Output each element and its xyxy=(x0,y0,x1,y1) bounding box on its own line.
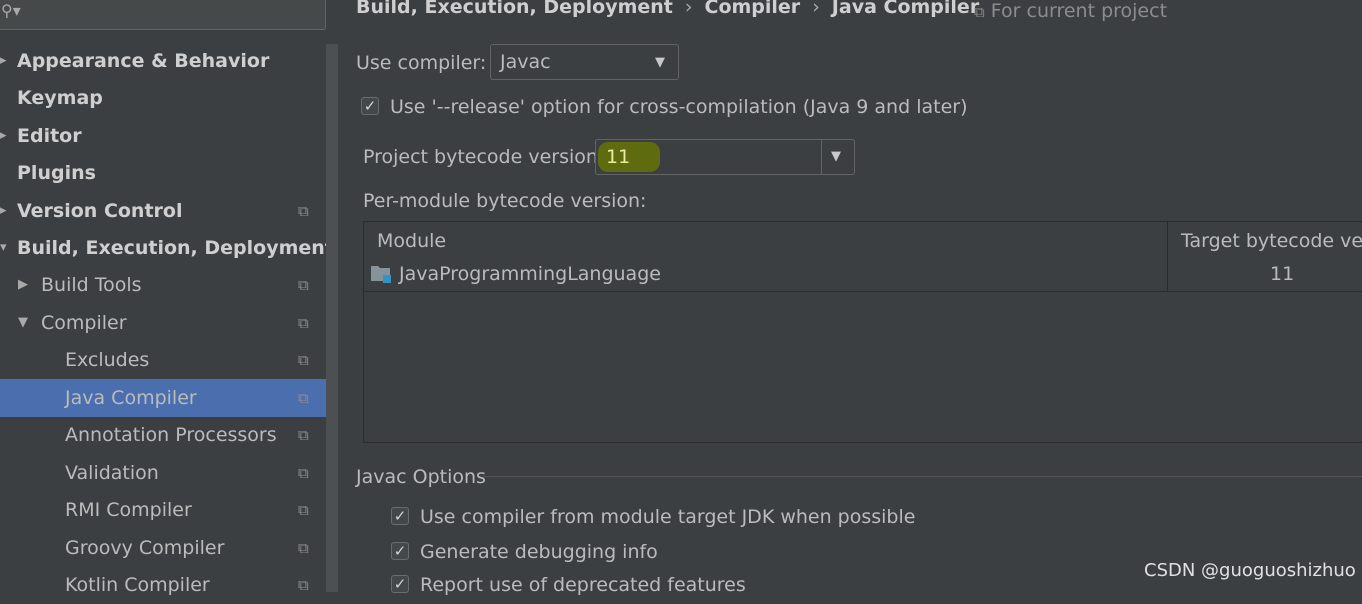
breadcrumb-item: Java Compiler xyxy=(831,0,980,18)
sidebar-item-label: RMI Compiler xyxy=(65,499,192,521)
breadcrumb-separator-icon: › xyxy=(812,0,820,18)
sidebar-item-label: Validation xyxy=(65,462,159,484)
project-scope-icon: ⧉ xyxy=(298,426,309,444)
project-scope-icon: ⧉ xyxy=(298,464,309,482)
use-compiler-value: Javac xyxy=(500,51,551,73)
project-scope-icon: ⧉ xyxy=(298,501,309,519)
sidebar-item-build-execution-deployment[interactable]: ▾ Build, Execution, Deployment xyxy=(0,229,334,267)
module-name: JavaProgrammingLanguage xyxy=(399,263,661,285)
sidebar-item-compiler[interactable]: ▼ Compiler ⧉ xyxy=(0,304,326,342)
sidebar-item-plugins[interactable]: Plugins xyxy=(0,154,326,192)
sidebar-item-groovy-compiler[interactable]: Groovy Compiler ⧉ xyxy=(0,529,326,567)
project-scope-icon: ⧉ xyxy=(298,314,309,332)
sidebar-item-label: Annotation Processors xyxy=(65,424,277,446)
sidebar-item-label: Build Tools xyxy=(41,274,142,296)
debugging-info-label: Generate debugging info xyxy=(420,541,658,563)
sidebar-item-label: Excludes xyxy=(65,349,150,371)
bytecode-version-select[interactable]: 11 ▼ xyxy=(595,139,855,175)
sidebar-scrollbar[interactable] xyxy=(326,44,338,592)
sidebar-item-rmi-compiler[interactable]: RMI Compiler ⧉ xyxy=(0,491,326,529)
project-scope-icon: ⧉ xyxy=(974,3,985,21)
column-header-target[interactable]: Target bytecode vers xyxy=(1181,230,1362,252)
target-version[interactable]: 11 xyxy=(1270,263,1294,285)
breadcrumb-item[interactable]: Build, Execution, Deployment xyxy=(356,0,673,18)
module-table: Module Target bytecode vers JavaProgramm… xyxy=(363,221,1362,443)
breadcrumb: Build, Execution, Deployment › Compiler › Ja… xyxy=(356,0,979,18)
chevron-down-icon: ▼ xyxy=(831,149,841,164)
project-scope-icon: ⧉ xyxy=(298,389,309,407)
for-current-project-label: ⧉ For current project xyxy=(974,0,1167,22)
settings-search-input[interactable]: ⚲▾ xyxy=(0,0,326,30)
table-header: Module Target bytecode vers xyxy=(364,222,1362,260)
use-compiler-label: Use compiler: xyxy=(356,52,487,74)
sidebar-item-editor[interactable]: ▸ Editor xyxy=(0,117,326,155)
sidebar-item-label: Editor xyxy=(17,125,82,147)
chevron-right-icon: ▶ xyxy=(18,277,28,292)
bytecode-version-value: 11 xyxy=(606,146,631,168)
sidebar-item-label: Build, Execution, Deployment xyxy=(17,237,334,259)
debugging-info-checkbox[interactable]: ✓ xyxy=(391,542,409,560)
chevron-right-icon: ▸ xyxy=(0,203,7,218)
deprecated-features-checkbox[interactable]: ✓ xyxy=(391,575,409,593)
bytecode-version-label: Project bytecode version: xyxy=(363,146,605,168)
use-target-jdk-label: Use compiler from module target JDK when… xyxy=(420,506,916,528)
sidebar-item-label: Groovy Compiler xyxy=(65,537,225,559)
per-module-label: Per-module bytecode version: xyxy=(363,190,647,212)
sidebar-item-version-control[interactable]: ▸ Version Control ⧉ xyxy=(0,192,326,230)
sidebar-item-keymap[interactable]: Keymap xyxy=(0,79,326,117)
section-divider xyxy=(483,476,1362,477)
breadcrumb-item[interactable]: Compiler xyxy=(705,0,801,18)
chevron-down-icon: ▾ xyxy=(0,240,7,255)
chevron-right-icon: ▸ xyxy=(0,128,7,143)
sidebar-item-label: Version Control xyxy=(17,200,183,222)
chevron-down-icon: ▼ xyxy=(18,315,28,330)
sidebar-item-label: Appearance & Behavior xyxy=(17,50,270,72)
sidebar-item-java-compiler[interactable]: Java Compiler ⧉ xyxy=(0,379,338,417)
column-divider xyxy=(1167,222,1168,292)
column-header-module[interactable]: Module xyxy=(377,230,446,252)
sidebar-item-kotlin-compiler[interactable]: Kotlin Compiler ⧉ xyxy=(0,566,326,604)
sidebar-item-validation[interactable]: Validation ⧉ xyxy=(0,454,326,492)
sidebar-item-appearance-behavior[interactable]: ▸ Appearance & Behavior xyxy=(0,42,326,80)
settings-sidebar: ⚲▾ ▸ Appearance & Behavior Keymap ▸ Edit… xyxy=(0,0,338,596)
sidebar-item-label: Keymap xyxy=(17,87,103,109)
use-compiler-select[interactable]: Javac ▼ xyxy=(490,44,679,80)
project-scope-icon: ⧉ xyxy=(298,351,309,369)
release-option-checkbox[interactable]: ✓ xyxy=(361,97,379,115)
sidebar-item-label: Plugins xyxy=(17,162,96,184)
search-icon: ⚲▾ xyxy=(1,1,21,20)
watermark-text: CSDN @guoguoshizhuo xyxy=(1144,560,1356,581)
breadcrumb-separator-icon: › xyxy=(684,0,693,18)
use-target-jdk-checkbox[interactable]: ✓ xyxy=(391,507,409,525)
project-scope-icon: ⧉ xyxy=(298,202,309,220)
table-row[interactable]: JavaProgrammingLanguage 11 xyxy=(364,259,1362,292)
combo-divider xyxy=(821,140,822,174)
sidebar-item-label: Kotlin Compiler xyxy=(65,574,210,596)
project-scope-icon: ⧉ xyxy=(298,576,309,594)
chevron-down-icon: ▼ xyxy=(655,55,665,70)
settings-content: Build, Execution, Deployment › Compiler › Ja… xyxy=(338,0,1362,596)
sidebar-item-excludes[interactable]: Excludes ⧉ xyxy=(0,341,326,379)
project-scope-icon: ⧉ xyxy=(298,276,309,294)
project-scope-icon: ⧉ xyxy=(298,539,309,557)
sidebar-item-label: Java Compiler xyxy=(65,387,197,409)
module-folder-icon xyxy=(370,262,392,284)
deprecated-features-label: Report use of deprecated features xyxy=(420,574,746,596)
sidebar-item-build-tools[interactable]: ▶ Build Tools ⧉ xyxy=(0,266,326,304)
javac-options-title: Javac Options xyxy=(356,466,486,488)
sidebar-item-annotation-processors[interactable]: Annotation Processors ⧉ xyxy=(0,416,326,454)
for-current-project-text: For current project xyxy=(990,0,1168,22)
chevron-right-icon: ▸ xyxy=(0,53,7,68)
release-option-label: Use '--release' option for cross-compila… xyxy=(390,96,968,118)
sidebar-item-label: Compiler xyxy=(41,312,127,334)
